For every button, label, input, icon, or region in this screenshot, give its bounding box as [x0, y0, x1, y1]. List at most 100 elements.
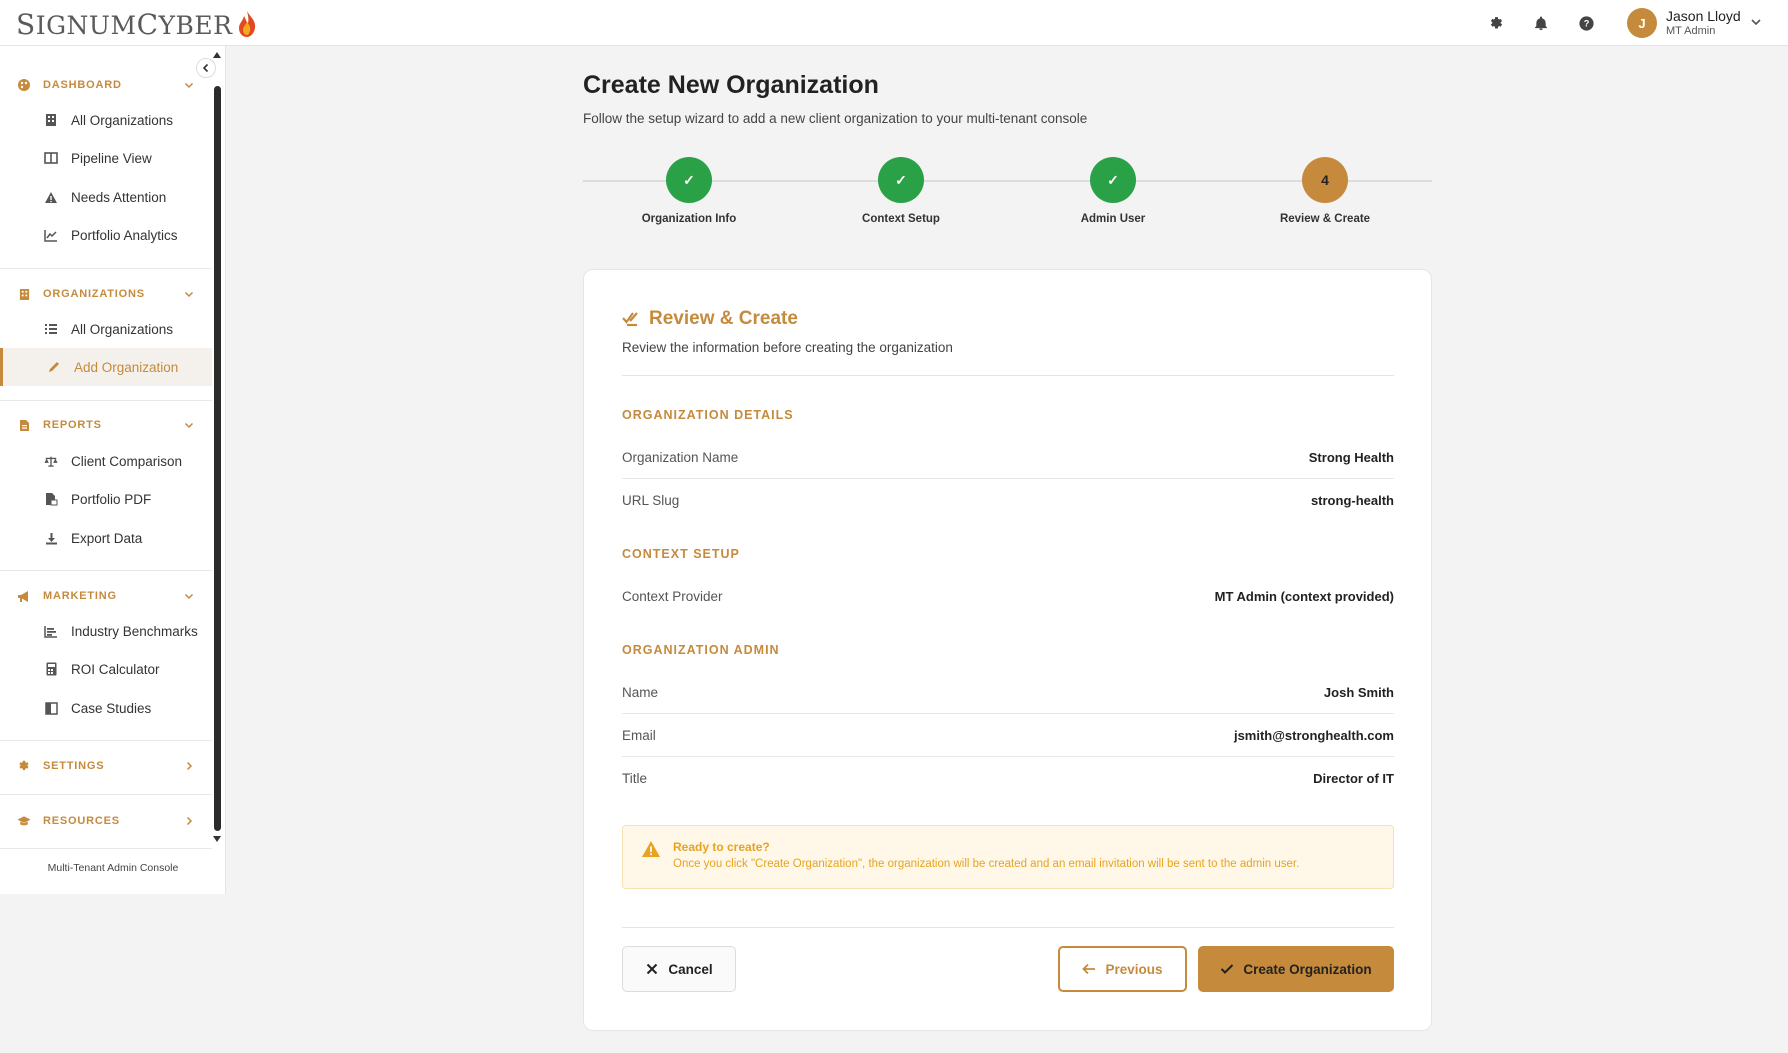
sidebar-item-portfolio-analytics[interactable]: Portfolio Analytics: [0, 216, 212, 254]
section-reports[interactable]: REPORTS: [0, 412, 212, 438]
sidebar-item-add-organization[interactable]: Add Organization: [0, 348, 212, 386]
download-icon: [44, 531, 58, 545]
sidebar-item-client-comparison[interactable]: Client Comparison: [0, 442, 212, 480]
check-icon: [1220, 962, 1234, 976]
close-icon: [645, 962, 659, 976]
warning-icon: [642, 841, 660, 857]
file-icon: [17, 418, 31, 432]
section-organizations[interactable]: ORGANIZATIONS: [0, 281, 212, 307]
chevron-down-icon[interactable]: [1749, 15, 1763, 29]
chevron-down-icon: [184, 422, 194, 429]
row-key: Name: [622, 684, 659, 700]
sidebar-item-portfolio-pdf[interactable]: Portfolio PDF: [0, 480, 212, 518]
divider: [0, 400, 212, 401]
row-key: URL Slug: [622, 493, 680, 508]
card-title-text: Review & Create: [649, 308, 798, 329]
divider: [622, 927, 1394, 928]
row-value: Strong Health: [1308, 449, 1394, 465]
cancel-button[interactable]: Cancel: [622, 946, 736, 992]
section-label: DASHBOARD: [43, 79, 122, 91]
sidebar-item-label: Industry Benchmarks: [71, 623, 198, 639]
avatar[interactable]: J: [1627, 8, 1657, 38]
section-resources[interactable]: RESOURCES: [0, 808, 212, 834]
building-icon: [17, 287, 31, 301]
user-name[interactable]: Jason Lloyd: [1666, 8, 1741, 24]
step-organization-info[interactable]: ✓ Organization Info: [599, 157, 779, 225]
check-icon: ✓: [666, 157, 712, 203]
file-pdf-icon: [44, 492, 58, 506]
sidebar-item-industry-benchmarks[interactable]: Industry Benchmarks: [0, 612, 212, 650]
section-label: ORGANIZATIONS: [43, 288, 145, 300]
logo[interactable]: SIGNUMCYBER: [16, 7, 258, 41]
sidebar: DASHBOARD All Organizations Pipeline Vie…: [0, 46, 226, 894]
sidebar-item-all-organizations[interactable]: All Organizations: [0, 101, 212, 139]
page-title: Create New Organization: [583, 71, 879, 99]
section-marketing[interactable]: MARKETING: [0, 583, 212, 609]
row-value: Josh Smith: [1323, 684, 1394, 700]
divider: [622, 375, 1394, 376]
cancel-label: Cancel: [668, 961, 713, 977]
review-row: Organization Name Strong Health: [622, 436, 1394, 479]
section-label: MARKETING: [43, 590, 117, 602]
sidebar-scrollbar[interactable]: [214, 86, 221, 831]
check-icon: ✓: [1090, 157, 1136, 203]
section-settings[interactable]: SETTINGS: [0, 753, 212, 779]
chevron-right-icon: [186, 816, 193, 826]
review-row: Context Provider MT Admin (context provi…: [622, 575, 1394, 618]
building-icon: [44, 113, 58, 127]
svg-text:?: ?: [1583, 18, 1589, 28]
sidebar-item-label: All Organizations: [71, 321, 174, 337]
section-label: SETTINGS: [43, 760, 105, 772]
help-icon[interactable]: ?: [1576, 13, 1596, 33]
divider: [0, 794, 212, 795]
sidebar-item-needs-attention[interactable]: Needs Attention: [0, 178, 212, 216]
divider: [0, 740, 212, 741]
bell-icon[interactable]: [1531, 13, 1551, 33]
section-dashboard[interactable]: DASHBOARD: [0, 72, 212, 98]
sidebar-item-label: Pipeline View: [71, 150, 152, 166]
sidebar-item-label: Client Comparison: [71, 453, 183, 469]
create-organization-button[interactable]: Create Organization: [1198, 946, 1394, 992]
arrow-left-icon: [1082, 962, 1096, 976]
scroll-down-arrow[interactable]: [213, 836, 221, 842]
page-subtitle: Follow the setup wizard to add a new cli…: [583, 111, 1088, 126]
gear-icon: [17, 759, 31, 773]
step-review-create[interactable]: 4 Review & Create: [1235, 157, 1415, 225]
row-value: Director of IT: [1313, 771, 1394, 786]
section-label: REPORTS: [43, 419, 102, 431]
logo-text: SIGNUMCYBER: [16, 7, 233, 41]
bar-chart-icon: [44, 624, 58, 638]
sidebar-item-label: Portfolio PDF: [71, 491, 152, 507]
divider: [0, 570, 212, 571]
sidebar-item-export-data[interactable]: Export Data: [0, 519, 212, 557]
sidebar-item-pipeline-view[interactable]: Pipeline View: [0, 139, 212, 177]
sidebar-item-roi-calculator[interactable]: ROI Calculator: [0, 650, 212, 688]
step-admin-user[interactable]: ✓ Admin User: [1023, 157, 1203, 225]
flame-icon: [239, 11, 256, 37]
scroll-up-arrow[interactable]: [213, 52, 221, 58]
palette-icon: [17, 78, 31, 92]
sidebar-item-label: Export Data: [71, 530, 143, 546]
step-label: Context Setup: [862, 213, 940, 225]
row-key: Title: [622, 771, 648, 786]
group-title-organization-details: ORGANIZATION DETAILS: [622, 408, 794, 422]
columns-icon: [44, 151, 58, 165]
scale-icon: [44, 454, 58, 468]
sidebar-item-case-studies[interactable]: Case Studies: [0, 689, 212, 727]
sidebar-item-all-organizations-list[interactable]: All Organizations: [0, 310, 212, 348]
card-title: Review & Create: [621, 308, 798, 330]
review-row: Title Director of IT: [622, 757, 1394, 800]
gear-icon[interactable]: [1486, 13, 1506, 33]
divider: [0, 848, 212, 849]
step-label: Organization Info: [641, 213, 737, 225]
warning-icon: [44, 190, 58, 204]
book-icon: [44, 701, 58, 715]
sidebar-item-label: Portfolio Analytics: [71, 227, 178, 243]
row-value: strong-health: [1310, 493, 1394, 508]
line-chart-icon: [44, 228, 58, 242]
check-icon: ✓: [878, 157, 924, 203]
previous-button[interactable]: Previous: [1058, 946, 1187, 992]
step-label: Review & Create: [1279, 213, 1371, 225]
notice-title: Ready to create?: [673, 840, 770, 854]
step-context-setup[interactable]: ✓ Context Setup: [811, 157, 991, 225]
